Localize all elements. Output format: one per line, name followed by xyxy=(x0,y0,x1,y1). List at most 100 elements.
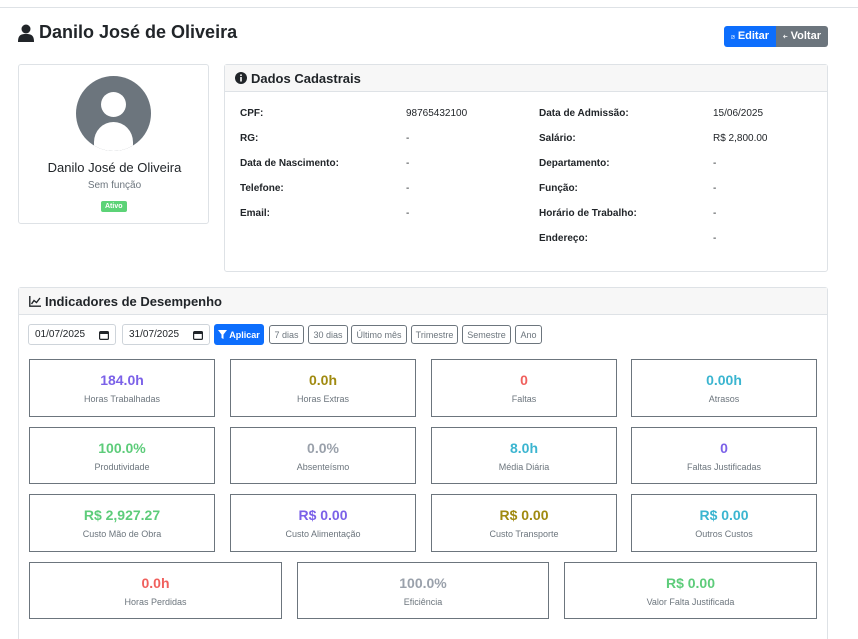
metric-label: Horas Extras xyxy=(296,394,349,404)
metric-custo-mao-de-obra: R$ 2,927.27 Custo Mão de Obra xyxy=(29,494,215,552)
period-year-button[interactable]: Ano xyxy=(515,325,542,344)
metric-label: Custo Transporte xyxy=(489,529,559,539)
start-date-input[interactable]: 01/07/2025 xyxy=(28,324,116,345)
period-quarter-button[interactable]: Trimestre xyxy=(411,325,458,344)
metric-value: 0.0% xyxy=(307,440,339,456)
page-header: Danilo José de Oliveira xyxy=(18,22,237,43)
schedule-value: - xyxy=(713,208,717,219)
metric-value: 100.0% xyxy=(98,440,146,456)
edit-icon xyxy=(731,34,735,39)
metric-eficiencia: 100.0% Eficiência xyxy=(297,562,549,619)
metric-value: R$ 0.00 xyxy=(499,507,549,523)
schedule-label: Horário de Trabalho: xyxy=(539,208,637,219)
metric-label: Absenteísmo xyxy=(296,462,350,472)
admission-date-label: Data de Admissão: xyxy=(539,108,629,119)
indicadores-header: Indicadores de Desempenho xyxy=(19,288,827,315)
dados-cadastrais-title: Dados Cadastrais xyxy=(251,70,361,86)
apply-button[interactable]: Aplicar xyxy=(214,324,264,345)
metric-value: 0.0h xyxy=(308,372,337,388)
salary-value: R$ 2,800.00 xyxy=(713,133,768,144)
metric-outros-custos: R$ 0.00 Outros Custos xyxy=(631,494,817,552)
metric-label: Outros Custos xyxy=(695,529,753,539)
apply-button-label: Aplicar xyxy=(229,329,260,340)
metric-value: 0 xyxy=(520,372,528,388)
metric-media-diaria: 8.0h Média Diária xyxy=(431,427,617,484)
birthdate-value: - xyxy=(406,158,410,169)
metric-value: 184.0h xyxy=(100,372,144,388)
metric-label: Custo Mão de Obra xyxy=(82,529,162,539)
phone-value: - xyxy=(406,183,410,194)
profile-name: Danilo José de Oliveira xyxy=(47,160,182,175)
profile-role: Sem função xyxy=(87,180,142,191)
user-icon xyxy=(18,24,34,42)
metric-label: Valor Falta Justificada xyxy=(646,597,735,607)
birthdate-label: Data de Nascimento: xyxy=(240,158,339,169)
metric-custo-transporte: R$ 0.00 Custo Transporte xyxy=(431,494,617,552)
address-value: - xyxy=(713,233,717,244)
metric-value: R$ 0.00 xyxy=(665,575,716,591)
cpf-label: CPF: xyxy=(240,108,264,119)
department-value: - xyxy=(713,158,717,169)
email-label: Email: xyxy=(240,208,271,219)
top-divider xyxy=(0,7,858,8)
cpf-value: 98765432100 xyxy=(406,108,468,119)
metric-label: Faltas xyxy=(511,394,537,404)
department-label: Departamento: xyxy=(539,158,610,169)
function-value: - xyxy=(713,183,717,194)
metric-value: 0 xyxy=(720,440,728,456)
metric-label: Horas Perdidas xyxy=(124,597,187,607)
page-title: Danilo José de Oliveira xyxy=(39,22,238,42)
metric-valor-falta-justificada: R$ 0.00 Valor Falta Justificada xyxy=(564,562,817,619)
phone-label: Telefone: xyxy=(240,183,284,194)
metric-value: R$ 2,927.27 xyxy=(83,507,161,523)
metric-faltas: 0 Faltas xyxy=(431,359,617,417)
metric-value: 8.0h xyxy=(509,440,538,456)
line-chart-icon xyxy=(29,295,41,307)
indicadores-title: Indicadores de Desempenho xyxy=(45,293,222,309)
metric-label: Média Diária xyxy=(498,462,550,472)
profile-card: Danilo José de Oliveira Sem função Ativo xyxy=(18,64,209,224)
rg-value: - xyxy=(406,133,410,144)
metric-horas-extras: 0.0h Horas Extras xyxy=(230,359,416,417)
dados-cadastrais-header: Dados Cadastrais xyxy=(225,65,827,92)
metric-label: Atrasos xyxy=(708,394,740,404)
salary-label: Salário: xyxy=(539,133,576,144)
edit-button[interactable]: Editar xyxy=(724,26,776,47)
period-7-days-button[interactable]: 7 dias xyxy=(269,325,304,344)
metric-faltas-justificadas: 0 Faltas Justificadas xyxy=(631,427,817,484)
metric-atrasos: 0.00h Atrasos xyxy=(631,359,817,417)
rg-label: RG: xyxy=(240,133,259,144)
metric-custo-alimentacao: R$ 0.00 Custo Alimentação xyxy=(230,494,416,552)
metric-value: R$ 0.00 xyxy=(298,507,348,523)
function-label: Função: xyxy=(539,183,578,194)
period-semester-button[interactable]: Semestre xyxy=(462,325,511,344)
back-button-label: Voltar xyxy=(790,30,821,42)
metric-absenteismo: 0.0% Absenteísmo xyxy=(230,427,416,484)
address-label: Endereço: xyxy=(539,233,588,244)
metric-label: Custo Alimentação xyxy=(285,529,361,539)
avatar xyxy=(76,76,151,151)
end-date-value: 31/07/2025 xyxy=(129,329,180,340)
metric-label: Eficiência xyxy=(403,597,443,607)
start-date-value: 01/07/2025 xyxy=(35,329,86,340)
period-last-month-button[interactable]: Último mês xyxy=(351,325,407,344)
metric-horas-perdidas: 0.0h Horas Perdidas xyxy=(29,562,282,619)
calendar-icon xyxy=(99,331,109,340)
metric-value: R$ 0.00 xyxy=(699,507,749,523)
metric-value: 0.00h xyxy=(706,372,742,388)
metric-label: Horas Trabalhadas xyxy=(83,394,161,404)
metric-value: 100.0% xyxy=(399,575,447,591)
arrow-left-icon xyxy=(783,34,788,39)
metric-produtividade: 100.0% Produtividade xyxy=(29,427,215,484)
metric-label: Produtividade xyxy=(94,462,150,472)
email-value: - xyxy=(406,208,410,219)
metric-value: 0.0h xyxy=(141,575,170,591)
period-30-days-button[interactable]: 30 dias xyxy=(308,325,348,344)
metric-label: Faltas Justificadas xyxy=(686,462,762,472)
edit-button-label: Editar xyxy=(737,30,769,42)
filter-icon xyxy=(218,330,228,339)
calendar-icon xyxy=(193,331,203,340)
status-badge: Ativo xyxy=(101,201,127,212)
end-date-input[interactable]: 31/07/2025 xyxy=(122,324,210,345)
back-button[interactable]: Voltar xyxy=(776,26,828,47)
